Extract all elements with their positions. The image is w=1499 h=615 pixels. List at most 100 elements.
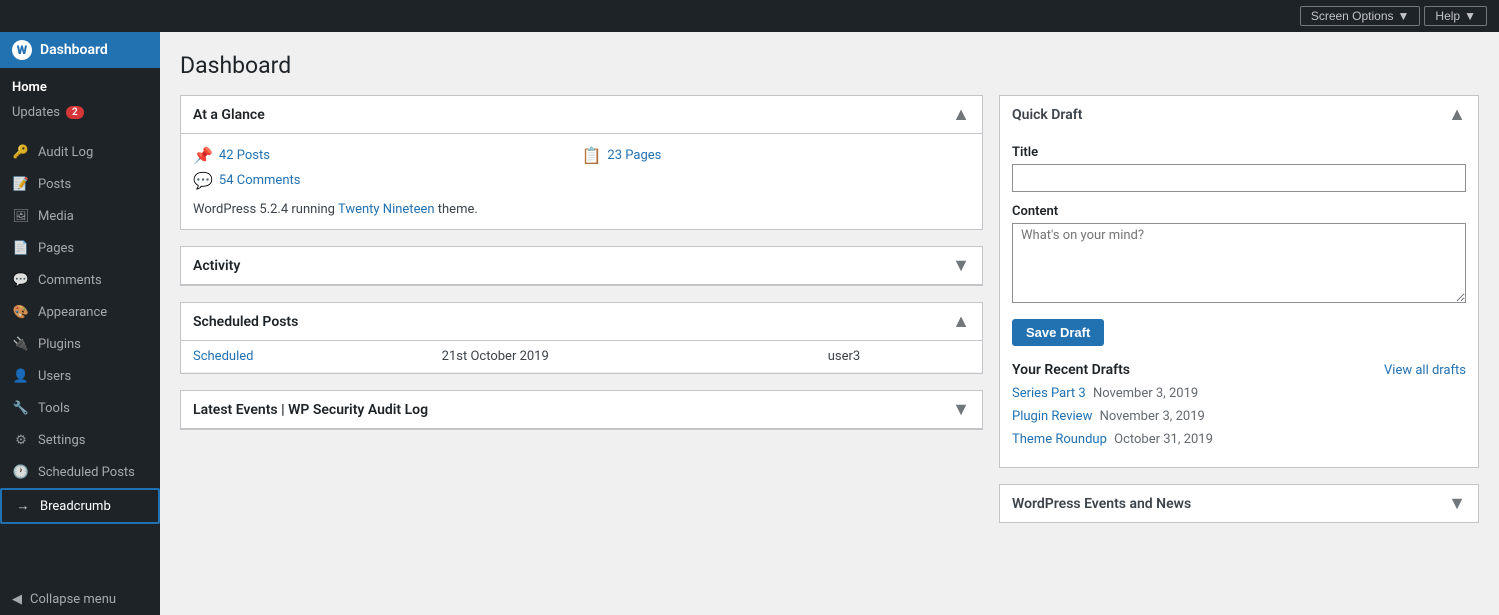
sidebar-item-plugins[interactable]: 🔌 Plugins (0, 328, 160, 360)
activity-header[interactable]: Activity ▼ (181, 247, 982, 285)
sidebar-item-label: Audit Log (38, 145, 93, 160)
recent-drafts-title: Your Recent Drafts (1012, 362, 1130, 378)
screen-options-button[interactable]: Screen Options ▼ (1300, 6, 1421, 26)
theme-link[interactable]: Twenty Nineteen (338, 202, 435, 217)
scheduled-user-cell: user3 (816, 341, 982, 373)
updates-badge: 2 (66, 106, 84, 119)
glance-grid: 📌 42 Posts 📋 23 Pages 💬 54 Comments (193, 146, 970, 190)
sidebar-item-label: Breadcrumb (40, 499, 111, 514)
appearance-icon: 🎨 (12, 303, 30, 321)
posts-icon: 📝 (12, 175, 30, 193)
draft-item-1: Plugin Review November 3, 2019 (1012, 409, 1466, 424)
quick-draft-toggle[interactable]: ▲ (1448, 104, 1466, 125)
tools-icon: 🔧 (12, 399, 30, 417)
scheduled-posts-body: Scheduled 21st October 2019 user3 (181, 341, 982, 373)
draft-date-2: October 31, 2019 (1114, 432, 1213, 447)
comments-count-icon: 💬 (193, 171, 213, 190)
draft-title-input[interactable] (1012, 164, 1466, 192)
scheduled-link-cell: Scheduled (181, 341, 430, 373)
posts-count-link[interactable]: 42 Posts (219, 148, 270, 163)
sidebar-item-appearance[interactable]: 🎨 Appearance (0, 296, 160, 328)
sidebar-updates[interactable]: Updates 2 (0, 103, 160, 128)
right-column: Quick Draft ▲ Title Content Save Draft Y… (999, 95, 1479, 523)
pages-count-link[interactable]: 23 Pages (607, 148, 661, 163)
glance-posts: 📌 42 Posts (193, 146, 582, 165)
sidebar-item-tools[interactable]: 🔧 Tools (0, 392, 160, 424)
activity-widget: Activity ▼ (180, 246, 983, 286)
sidebar-item-label: Appearance (38, 305, 107, 320)
scheduled-posts-toggle[interactable]: ▲ (952, 311, 970, 332)
sidebar-item-pages[interactable]: 📄 Pages (0, 232, 160, 264)
sidebar-item-users[interactable]: 👤 Users (0, 360, 160, 392)
scheduled-table: Scheduled 21st October 2019 user3 (181, 341, 982, 373)
help-button[interactable]: Help ▼ (1424, 6, 1487, 26)
sidebar-item-audit-log[interactable]: 🔑 Audit Log (0, 136, 160, 168)
sidebar-logo-text: Dashboard (40, 42, 108, 58)
view-all-drafts-link[interactable]: View all drafts (1384, 363, 1466, 378)
at-a-glance-body: 📌 42 Posts 📋 23 Pages 💬 54 Comments (181, 134, 982, 229)
draft-date-0: November 3, 2019 (1093, 386, 1198, 401)
draft-item-2: Theme Roundup October 31, 2019 (1012, 432, 1466, 447)
sidebar-item-settings[interactable]: ⚙ Settings (0, 424, 160, 456)
breadcrumb-icon: → (14, 497, 32, 515)
recent-drafts-section: Your Recent Drafts View all drafts Serie… (1012, 362, 1466, 447)
settings-icon: ⚙ (12, 431, 30, 449)
draft-date-1: November 3, 2019 (1100, 409, 1205, 424)
collapse-label: Collapse menu (30, 592, 116, 607)
title-label: Title (1012, 145, 1466, 160)
page-title: Dashboard (180, 52, 1479, 79)
latest-events-header[interactable]: Latest Events | WP Security Audit Log ▼ (181, 391, 982, 429)
activity-title: Activity (193, 258, 240, 274)
collapse-menu-button[interactable]: ◀ Collapse menu (0, 584, 160, 615)
quick-draft-title: Quick Draft (1012, 107, 1082, 123)
content-grid: At a Glance ▲ 📌 42 Posts 📋 23 Pages (180, 95, 1479, 523)
content-label: Content (1012, 204, 1466, 219)
draft-content-textarea[interactable] (1012, 223, 1466, 303)
sidebar-item-label: Users (38, 369, 71, 384)
sidebar-item-label: Pages (38, 241, 74, 256)
sidebar-item-label: Scheduled Posts (38, 465, 135, 480)
wp-events-toggle[interactable]: ▼ (1448, 493, 1466, 514)
media-icon: 🖼 (12, 207, 30, 225)
at-a-glance-toggle[interactable]: ▲ (952, 104, 970, 125)
activity-toggle[interactable]: ▼ (952, 255, 970, 276)
wordpress-icon: W (12, 40, 32, 60)
sidebar-item-scheduled-posts[interactable]: 🕐 Scheduled Posts (0, 456, 160, 488)
at-a-glance-header[interactable]: At a Glance ▲ (181, 96, 982, 134)
scheduled-posts-widget: Scheduled Posts ▲ Scheduled 21st October… (180, 302, 983, 374)
sidebar-item-media[interactable]: 🖼 Media (0, 200, 160, 232)
comments-count-link[interactable]: 54 Comments (219, 173, 301, 188)
sidebar-home-label: Home (0, 76, 160, 103)
at-a-glance-widget: At a Glance ▲ 📌 42 Posts 📋 23 Pages (180, 95, 983, 230)
sidebar-item-posts[interactable]: 📝 Posts (0, 168, 160, 200)
scheduled-date-cell: 21st October 2019 (430, 341, 816, 373)
wp-info: WordPress 5.2.4 running Twenty Nineteen … (193, 202, 970, 217)
sidebar-item-label: Media (38, 209, 74, 224)
updates-label: Updates (12, 105, 60, 120)
sidebar-item-comments[interactable]: 💬 Comments (0, 264, 160, 296)
sidebar-item-label: Posts (38, 177, 71, 192)
quick-draft-header: Quick Draft ▲ (1000, 96, 1478, 133)
glance-pages: 📋 23 Pages (582, 146, 971, 165)
chevron-down-icon: ▼ (1398, 9, 1410, 23)
pages-icon: 📄 (12, 239, 30, 257)
sidebar: W Dashboard Home Updates 2 🔑 Audit Log 📝… (0, 32, 160, 615)
sidebar-item-label: Settings (38, 433, 85, 448)
sidebar-logo[interactable]: W Dashboard (0, 32, 160, 68)
draft-link-1[interactable]: Plugin Review (1012, 409, 1092, 424)
sidebar-top-section: Home Updates 2 (0, 68, 160, 136)
save-draft-button[interactable]: Save Draft (1012, 319, 1104, 346)
draft-link-0[interactable]: Series Part 3 (1012, 386, 1086, 401)
left-column: At a Glance ▲ 📌 42 Posts 📋 23 Pages (180, 95, 983, 523)
posts-count-icon: 📌 (193, 146, 213, 165)
glance-comments: 💬 54 Comments (193, 171, 582, 190)
scheduled-posts-header[interactable]: Scheduled Posts ▲ (181, 303, 982, 341)
scheduled-post-link[interactable]: Scheduled (193, 349, 253, 364)
sidebar-item-label: Plugins (38, 337, 81, 352)
wp-events-header[interactable]: WordPress Events and News ▼ (1000, 485, 1478, 522)
draft-item-0: Series Part 3 November 3, 2019 (1012, 386, 1466, 401)
latest-events-toggle[interactable]: ▼ (952, 399, 970, 420)
sidebar-item-breadcrumb[interactable]: → Breadcrumb (0, 488, 160, 524)
draft-link-2[interactable]: Theme Roundup (1012, 432, 1107, 447)
plugins-icon: 🔌 (12, 335, 30, 353)
